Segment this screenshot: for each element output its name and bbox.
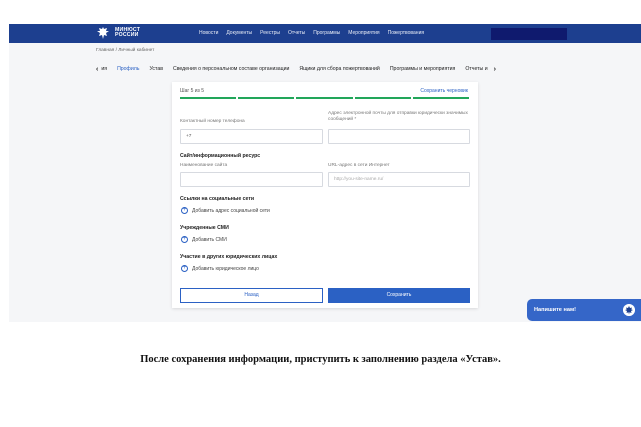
nav-donations[interactable]: Пожертвования — [388, 30, 424, 36]
nav-programs[interactable]: Программы — [313, 30, 340, 36]
plus-circle-icon: + — [181, 207, 188, 214]
eagle-emblem-icon — [97, 27, 109, 39]
contact-phone-label: Контактный номер телефона — [180, 119, 245, 124]
instruction-caption: После сохранения информации, приступить … — [140, 354, 501, 365]
tab-partial-left[interactable]: ия — [101, 66, 107, 72]
tab-personnel[interactable]: Сведения о персональном составе организа… — [173, 66, 289, 72]
profile-tabs: ‹ ия Профиль Устав Сведения о персональн… — [96, 63, 556, 75]
contact-phone-field[interactable]: +7 — [180, 129, 323, 144]
save-draft-link[interactable]: Сохранить черновик — [420, 88, 468, 94]
media-section-title: Учрежденные СМИ — [180, 225, 229, 231]
nav-news[interactable]: Новости — [199, 30, 218, 36]
site-url-field[interactable]: http://you-site-name.ru/ — [328, 172, 470, 187]
chevron-right-icon[interactable]: › — [494, 66, 496, 73]
save-button[interactable]: Сохранить — [328, 288, 470, 303]
nav-registries[interactable]: Реестры — [260, 30, 280, 36]
add-social-text: Добавить адрес социальной сети — [192, 207, 270, 214]
add-media-text: Добавить СМИ — [192, 236, 227, 243]
site-section-title: Сайт/информационный ресурс — [180, 153, 261, 159]
tab-charter[interactable]: Устав — [149, 66, 163, 72]
progress-segment — [296, 97, 353, 99]
progress-segment — [354, 97, 411, 99]
social-section-title: Ссылки на социальные сети — [180, 196, 255, 202]
chat-widget[interactable]: Напишите нам! — [527, 299, 641, 321]
main-nav: Новости Документы Реестры Отчеты Програм… — [199, 30, 432, 36]
add-social-link[interactable]: + Добавить адрес социальной сети — [181, 207, 270, 214]
chat-widget-label: Напишите нам! — [534, 307, 576, 313]
plus-circle-icon: + — [181, 236, 188, 243]
site-url-label: URL-адрес в сети Интернет — [328, 163, 390, 168]
eagle-emblem-icon — [623, 304, 635, 316]
nav-events[interactable]: Мероприятия — [348, 30, 379, 36]
logo-text: МИНЮСТ РОССИИ — [115, 27, 140, 39]
email-label: Адрес электронной почты для отправки юри… — [328, 111, 468, 122]
logo-line2: РОССИИ — [115, 32, 139, 38]
tab-profile[interactable]: Профиль — [117, 66, 139, 72]
top-navigation-bar: МИНЮСТ РОССИИ Новости Документы Реестры … — [9, 24, 641, 43]
email-field[interactable] — [328, 129, 470, 144]
tab-donation-boxes[interactable]: Ящики для сбора пожертвований — [299, 66, 379, 72]
progress-bar — [180, 97, 470, 99]
site-name-field[interactable] — [180, 172, 323, 187]
add-media-link[interactable]: + Добавить СМИ — [181, 236, 227, 243]
tab-reports[interactable]: Отчеты и — [465, 66, 487, 72]
step-indicator: Шаг 5 из 5 — [180, 88, 205, 94]
legal-section-title: Участие в других юридических лицах — [180, 254, 278, 260]
progress-segment — [180, 97, 237, 99]
progress-segment — [412, 97, 470, 99]
add-legal-entity-text: Добавить юридическое лицо — [192, 265, 259, 272]
profile-form-card: Шаг 5 из 5 Сохранить черновик Контактный… — [172, 82, 478, 308]
back-button[interactable]: Назад — [180, 288, 323, 303]
plus-circle-icon: + — [181, 265, 188, 272]
site-name-label: Наименование сайта — [180, 163, 228, 168]
user-account-box[interactable] — [491, 28, 567, 40]
progress-segment — [238, 97, 295, 99]
nav-documents[interactable]: Документы — [226, 30, 252, 36]
tab-programs-events[interactable]: Программы и мероприятия — [390, 66, 456, 72]
chevron-left-icon[interactable]: ‹ — [96, 66, 98, 73]
logo[interactable]: МИНЮСТ РОССИИ — [95, 26, 140, 40]
nav-reports[interactable]: Отчеты — [288, 30, 305, 36]
breadcrumb[interactable]: Главная / Личный кабинет — [96, 48, 154, 53]
add-legal-entity-link[interactable]: + Добавить юридическое лицо — [181, 265, 259, 272]
